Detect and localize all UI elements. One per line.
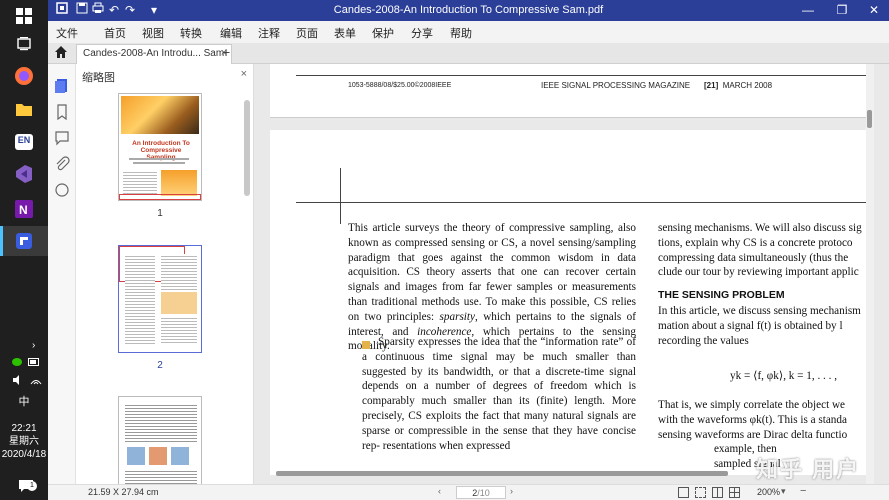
zoom-level[interactable]: 200% [757, 487, 780, 497]
svg-text:N: N [19, 203, 28, 217]
document-view: 1053-5888/08/$25.00©2008IEEE IEEE SIGNAL… [254, 64, 889, 484]
menu-edit[interactable]: 编辑 [220, 25, 242, 41]
single-page-view-icon[interactable] [678, 487, 689, 498]
menu-convert[interactable]: 转换 [180, 25, 202, 41]
window-title: Candes-2008-An Introduction To Compressi… [333, 4, 604, 16]
section-heading: THE SENSING PROBLEM [658, 289, 785, 302]
menu-page[interactable]: 页面 [296, 25, 318, 41]
file-explorer-icon[interactable] [12, 97, 36, 121]
status-bar: 21.59 X 27.94 cm ‹ 2/10 › 200% ▾ − [48, 484, 889, 500]
clock-time[interactable]: 22:21 [0, 422, 48, 435]
page-issn: 1053-5888/08/$25.00©2008IEEE [348, 82, 452, 89]
cover-art [121, 96, 199, 134]
menu-bar: 文件 首页 视图 转换 编辑 注释 页面 表单 保护 分享 帮助 [48, 21, 889, 43]
windows-start-icon[interactable] [12, 4, 36, 28]
minimize-button[interactable]: — [796, 1, 820, 19]
battery-icon[interactable] [28, 358, 40, 369]
title-bar: ↶ ↷ ▾ Candes-2008-An Introduction To Com… [48, 0, 889, 21]
comment-icon[interactable] [54, 130, 70, 146]
page-dimensions: 21.59 X 27.94 cm [88, 487, 159, 497]
document-tab[interactable]: Candes-2008-An Introdu... Sam × [76, 44, 232, 64]
vertical-scroll-thumb[interactable] [867, 110, 872, 128]
tab-bar: Candes-2008-An Introdu... Sam × + [48, 43, 889, 64]
wechat-tray-icon[interactable] [12, 357, 24, 370]
next-page-icon[interactable]: › [510, 486, 513, 496]
panel-close-icon[interactable]: × [241, 68, 247, 80]
page-date: MARCH 2008 [722, 81, 773, 90]
thumbnail-page-3[interactable] [118, 396, 202, 486]
page-number-input[interactable]: 2/10 [456, 486, 506, 499]
page-number-date: [21] MARCH 2008 [704, 81, 772, 90]
sampling-equation: yk = ⟨f, φk⟩, k = 1, . . . , [730, 370, 838, 382]
ime-indicator[interactable]: 中 [0, 396, 48, 409]
attachment-icon[interactable] [54, 156, 70, 172]
firefox-icon[interactable] [12, 64, 36, 88]
tray-expand-icon[interactable]: › [32, 340, 35, 351]
two-page-view-icon[interactable] [712, 487, 723, 498]
continuous-view-icon[interactable] [695, 487, 706, 498]
page-2: This article surveys the theory of compr… [270, 130, 866, 475]
visual-studio-icon[interactable] [12, 162, 36, 186]
horizontal-scrollbar[interactable] [276, 471, 728, 476]
onenote-icon[interactable]: N [12, 197, 36, 221]
vertical-scrollbar[interactable] [866, 64, 874, 484]
pdf-editor-icon[interactable] [12, 229, 36, 253]
home-icon[interactable] [54, 45, 70, 61]
active-app-indicator [0, 226, 3, 256]
thumbnail-page-1[interactable]: An Introduction To Compressive Sampling [118, 93, 202, 201]
right-column-top: sensing mechanisms. We will also discuss… [658, 221, 868, 348]
document-tab-label: Candes-2008-An Introdu... Sam [83, 48, 225, 59]
menu-annotate[interactable]: 注释 [258, 25, 280, 41]
zoom-dropdown-icon[interactable]: ▾ [781, 486, 786, 497]
menu-share[interactable]: 分享 [411, 25, 433, 41]
language-en-label: EN [17, 135, 31, 145]
prev-page-icon[interactable]: ‹ [438, 486, 441, 496]
grid-view-icon[interactable] [729, 487, 740, 498]
menu-protect[interactable]: 保护 [372, 25, 394, 41]
wifi-icon[interactable] [30, 375, 42, 388]
thumbnails-icon[interactable] [54, 78, 70, 94]
task-view-icon[interactable] [12, 32, 36, 56]
zhihu-watermark: 知乎 用户 [756, 457, 861, 482]
page-number: [21] [704, 81, 719, 90]
thumbnail-panel-title: 缩略图 [82, 72, 115, 84]
sparsity-bullet: Sparsity expresses the idea that the “in… [362, 336, 636, 452]
menu-view[interactable]: 视图 [142, 25, 164, 41]
restore-button[interactable]: ❐ [830, 1, 854, 19]
menu-file[interactable]: 文件 [56, 25, 78, 41]
windows-taskbar: EN N › 中 22:21 星期六 2020/4/18 1 [0, 0, 48, 500]
close-button[interactable]: ✕ [862, 1, 886, 19]
thumbnail-scrollbar[interactable] [244, 100, 250, 196]
thumbnail-number-1: 1 [157, 208, 163, 219]
thumbnail-page-2[interactable] [118, 245, 202, 353]
search-circle-icon[interactable] [54, 182, 70, 198]
thumbnail-panel: 缩略图 × An Introduction To Compressive Sam… [76, 64, 254, 486]
new-tab-icon[interactable]: + [222, 44, 230, 60]
page-magazine: IEEE SIGNAL PROCESSING MAGAZINE [541, 81, 691, 90]
notification-count: 1 [27, 481, 37, 491]
bookmark-icon[interactable] [54, 104, 70, 121]
volume-icon[interactable] [12, 375, 24, 388]
clock-weekday[interactable]: 星期六 [0, 435, 48, 448]
side-rail [48, 64, 76, 484]
menu-home[interactable]: 首页 [104, 25, 126, 41]
menu-help[interactable]: 帮助 [450, 25, 472, 41]
page-1-bottom: 1053-5888/08/$25.00©2008IEEE IEEE SIGNAL… [270, 64, 866, 118]
menu-form[interactable]: 表单 [334, 25, 356, 41]
thumbnail-number-2: 2 [157, 360, 163, 371]
clock-date[interactable]: 2020/4/18 [0, 448, 48, 461]
zoom-out-icon[interactable]: − [800, 485, 806, 497]
